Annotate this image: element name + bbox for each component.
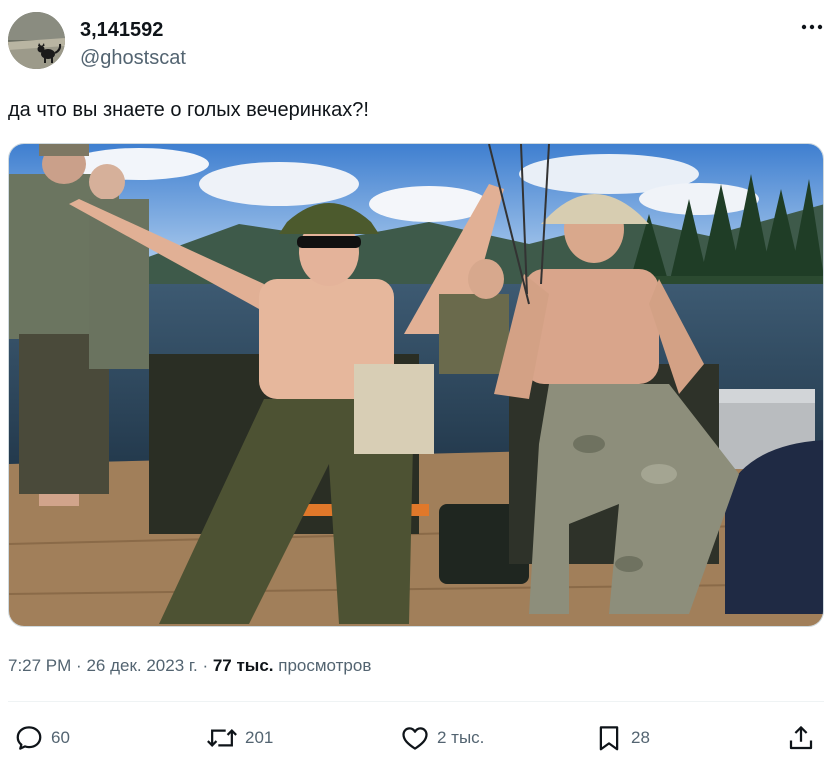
- more-button[interactable]: [794, 12, 830, 42]
- share-icon: [789, 726, 813, 750]
- action-bar: 60 201 2 тыс. 28: [8, 718, 824, 758]
- separator: ·: [202, 656, 213, 675]
- bookmark-count: 28: [631, 728, 650, 747]
- repost-count: 201: [245, 728, 274, 747]
- tweet-time[interactable]: 7:27 PM: [8, 656, 71, 675]
- reply-button[interactable]: 60: [14, 718, 70, 758]
- tweet-date[interactable]: 26 дек. 2023 г.: [86, 656, 197, 675]
- handle[interactable]: @ghostscat: [80, 46, 186, 70]
- separator: ·: [76, 656, 87, 675]
- repost-button[interactable]: 201: [206, 718, 273, 758]
- like-button[interactable]: 2 тыс.: [400, 718, 484, 758]
- reply-count: 60: [51, 728, 70, 747]
- like-count: 2 тыс.: [437, 728, 485, 747]
- more-horizontal-icon: [801, 24, 823, 30]
- views-count: 77 тыс.: [212, 656, 274, 675]
- share-button[interactable]: [786, 718, 816, 758]
- repost-icon: [207, 729, 237, 747]
- divider: [8, 701, 824, 702]
- bookmark-icon: [599, 726, 619, 751]
- reply-icon: [16, 726, 42, 750]
- tweet-header: 3,141592 @ghostscat: [8, 12, 832, 72]
- avatar[interactable]: [8, 12, 65, 69]
- tweet-metadata: 7:27 PM · 26 дек. 2023 г. · 77 тыс. прос…: [8, 655, 371, 677]
- author-info[interactable]: 3,141592 @ghostscat: [80, 18, 186, 70]
- views-label: просмотров: [278, 656, 372, 675]
- tweet-text: да что вы знаете о голых вечеринках?!: [8, 99, 369, 121]
- tweet-photo[interactable]: [8, 143, 824, 627]
- bookmark-button[interactable]: 28: [594, 718, 650, 758]
- heart-icon: [402, 727, 428, 750]
- display-name[interactable]: 3,141592: [80, 18, 186, 42]
